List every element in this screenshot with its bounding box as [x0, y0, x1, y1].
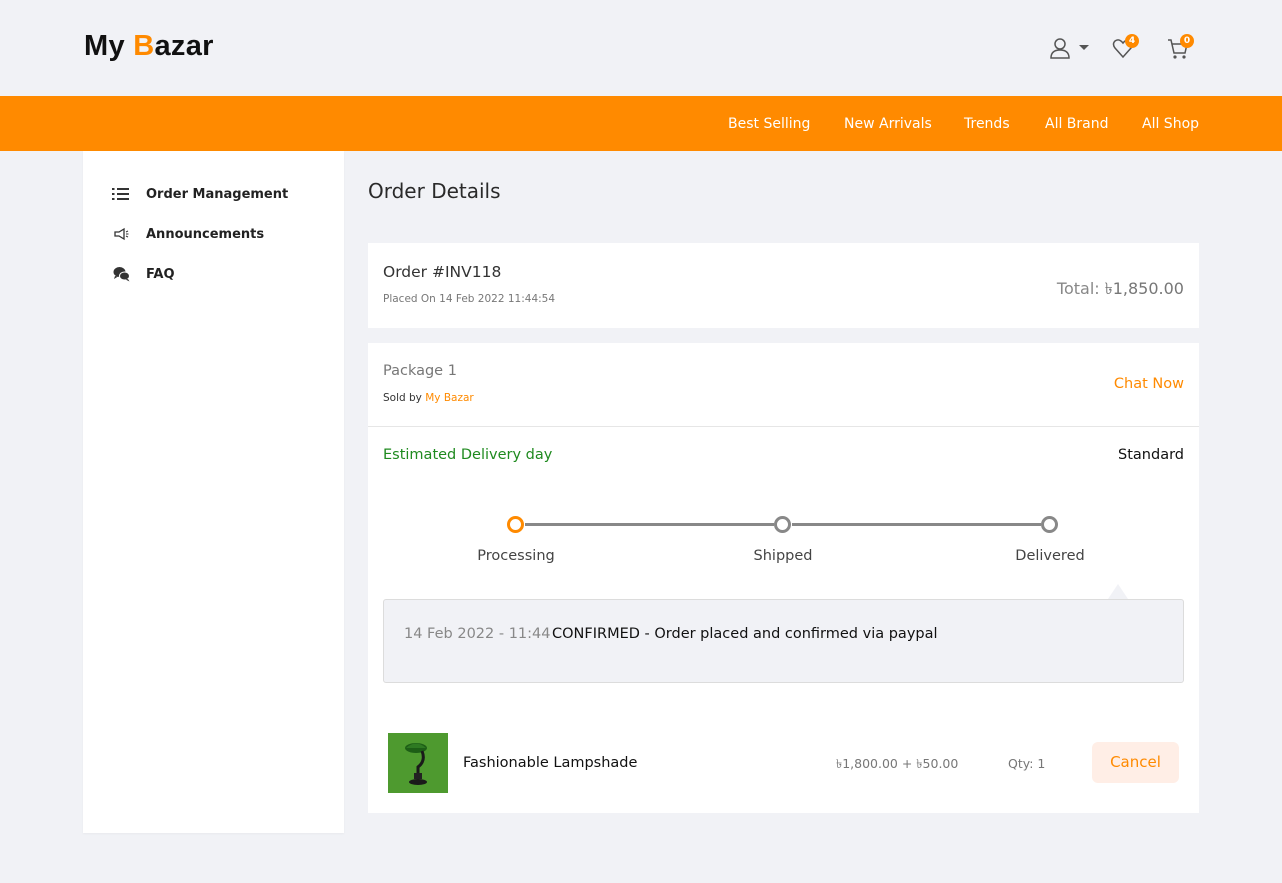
chat-now-link[interactable]: Chat Now: [1114, 376, 1184, 392]
cart-button[interactable]: 0: [1166, 34, 1194, 62]
wishlist-count-badge: 4: [1125, 34, 1139, 48]
nav-new-arrivals[interactable]: New Arrivals: [844, 116, 932, 132]
logo[interactable]: My Bazar: [84, 30, 214, 63]
package-card: Package 1 Sold by My Bazar Chat Now Esti…: [368, 343, 1199, 813]
logo-suffix: azar: [154, 30, 214, 62]
megaphone-icon: [112, 226, 130, 242]
sidebar-item-label: Announcements: [146, 226, 265, 242]
nav-all-shop[interactable]: All Shop: [1142, 116, 1199, 132]
tracker-dot-shipped: [774, 516, 791, 533]
sold-by: Sold by My Bazar: [383, 392, 474, 404]
account-menu-button[interactable]: [1048, 36, 1092, 62]
nav-best-selling[interactable]: Best Selling: [728, 116, 810, 132]
product-price: ৳1,800.00 + ৳50.00: [836, 756, 959, 771]
product-qty: Qty: 1: [1008, 756, 1046, 771]
user-icon: [1050, 38, 1070, 59]
divider: [368, 426, 1199, 427]
page-title: Order Details: [368, 179, 501, 203]
tracker-line: [525, 523, 774, 526]
sidebar-item-faq[interactable]: FAQ: [112, 264, 175, 284]
log-pointer: [1108, 584, 1128, 599]
sidebar-item-label: Order Management: [146, 186, 289, 202]
log-date: 14 Feb 2022 - 11:44: [404, 626, 551, 642]
sidebar-item-order-management[interactable]: Order Management: [112, 184, 288, 204]
tracker-line: [792, 523, 1041, 526]
list-icon: [112, 186, 130, 202]
header: My Bazar 4 0: [0, 0, 1282, 96]
tracker-step-label: Shipped: [753, 548, 813, 564]
product-name[interactable]: Fashionable Lampshade: [463, 755, 637, 771]
nav-trends[interactable]: Trends: [964, 116, 1010, 132]
account-sidebar: Order Management Announcements FAQ: [83, 151, 344, 833]
tracker-dot-delivered: [1041, 516, 1058, 533]
chat-bubbles-icon: [112, 266, 130, 282]
sidebar-item-announcements[interactable]: Announcements: [112, 224, 264, 244]
cancel-button[interactable]: Cancel: [1092, 742, 1179, 783]
product-image[interactable]: [388, 733, 448, 793]
order-total-label: Total:: [1056, 279, 1105, 298]
wishlist-button[interactable]: 4: [1112, 34, 1139, 62]
order-number: Order #INV118: [383, 263, 502, 281]
caret-down-icon: [1079, 45, 1089, 50]
tracker-dot-processing: [507, 516, 524, 533]
order-summary-card: Order #INV118 Placed On 14 Feb 2022 11:4…: [368, 243, 1199, 328]
seller-link[interactable]: My Bazar: [425, 392, 474, 404]
tracker-step-label: Processing: [477, 548, 555, 564]
shipping-type: Standard: [1118, 447, 1184, 463]
sidebar-item-label: FAQ: [146, 266, 175, 282]
package-title: Package 1: [383, 363, 457, 379]
logo-prefix: My: [84, 30, 134, 62]
order-status-log: 14 Feb 2022 - 11:44 CONFIRMED - Order pl…: [383, 599, 1184, 683]
cart-count-badge: 0: [1180, 34, 1194, 48]
order-total-amount: ৳1,850.00: [1104, 279, 1184, 298]
logo-highlight: B: [133, 30, 155, 62]
estimated-delivery-label: Estimated Delivery day: [383, 447, 553, 463]
tracker-step-label: Delivered: [1015, 548, 1085, 564]
order-placed-date: Placed On 14 Feb 2022 11:44:54: [383, 293, 556, 305]
main-navbar: Best Selling New Arrivals Trends All Bra…: [0, 96, 1282, 151]
log-text: CONFIRMED - Order placed and confirmed v…: [552, 626, 938, 642]
order-total: Total: ৳1,850.00: [1057, 276, 1184, 303]
nav-all-brand[interactable]: All Brand: [1045, 116, 1109, 132]
sold-by-label: Sold by: [383, 392, 426, 404]
